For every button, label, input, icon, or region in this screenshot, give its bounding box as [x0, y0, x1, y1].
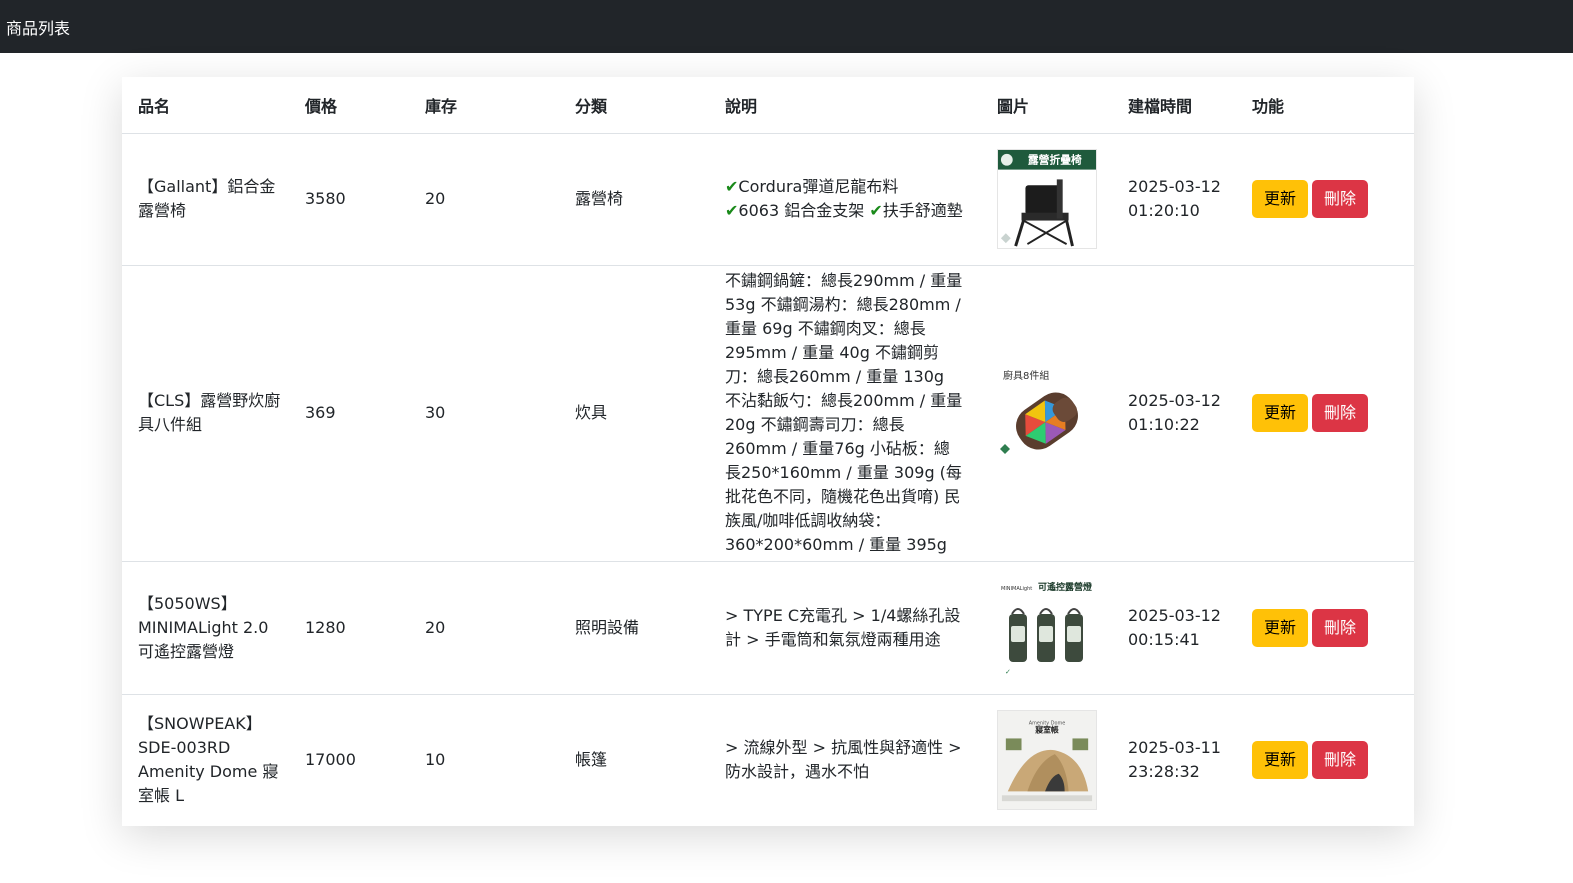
product-table: 品名 價格 庫存 分類 說明 圖片 建檔時間 功能 【Gallant】鋁合金露營… — [122, 77, 1414, 826]
header-name: 品名 — [122, 77, 289, 134]
product-image-chair: 露營折疊椅 — [997, 149, 1097, 249]
svg-text:✓: ✓ — [1005, 668, 1011, 676]
navbar-title[interactable]: 商品列表 — [6, 15, 70, 39]
product-description: > 流線外型 > 抗風性與舒適性 > 防水設計，遇水不怕 — [725, 738, 962, 782]
image-caption-small: MINIMALight — [1001, 586, 1032, 592]
table-row: 【5050WS】MINIMALight 2.0 可遙控露營燈 1280 20 照… — [122, 561, 1414, 695]
header-actions: 功能 — [1236, 77, 1414, 134]
product-category: 露營椅 — [559, 133, 709, 266]
product-image-cell: Amenity Dome 寢室帳 — [981, 694, 1112, 826]
desc-part: 6063 鋁合金支架 — [738, 201, 865, 220]
product-name: 【CLS】露營野炊廚具八件組 — [122, 265, 289, 562]
table-row: 【Gallant】鋁合金露營椅 3580 20 露營椅 ✔Cordura彈道尼龍… — [122, 133, 1414, 266]
check-icon: ✔ — [725, 177, 739, 196]
header-description: 說明 — [709, 77, 981, 134]
image-caption: 露營折疊椅 — [1028, 154, 1082, 167]
product-image-cell: MINIMALight 可遙控露營燈 ✓ — [981, 561, 1112, 695]
delete-button[interactable]: 刪除 — [1312, 741, 1369, 780]
product-created: 2025-03-12 01:20:10 — [1112, 133, 1236, 266]
product-category: 帳篷 — [575, 750, 608, 770]
product-actions: 更新 刪除 — [1236, 133, 1414, 266]
top-navbar: 商品列表 — [0, 0, 1573, 53]
product-actions: 更新 刪除 — [1236, 694, 1414, 826]
header-stock: 庫存 — [409, 77, 559, 134]
header-price: 價格 — [289, 77, 409, 134]
product-price: 369 — [289, 265, 409, 562]
delete-button[interactable]: 刪除 — [1312, 180, 1369, 218]
update-button[interactable]: 更新 — [1252, 180, 1309, 218]
product-description: 不鏽鋼鍋鏟：總長290mm / 重量53g 不鏽鋼湯杓：總長280mm / 重量… — [709, 265, 981, 562]
product-stock: 20 — [409, 133, 559, 266]
product-description: > TYPE C充電孔 > 1/4螺絲孔設計 > 手電筒和氣氛燈兩種用途 — [709, 561, 981, 695]
product-actions: 更新 刪除 — [1236, 561, 1414, 695]
product-name: 【5050WS】MINIMALight 2.0 可遙控露營燈 — [122, 561, 289, 695]
product-name: 【Gallant】鋁合金露營椅 — [122, 133, 289, 266]
product-price: 3580 — [289, 133, 409, 266]
table-row: 【SNOWPEAK】SDE-003RD Amenity Dome 寢室帳 L 1… — [122, 694, 1414, 826]
product-stock: 20 — [409, 561, 559, 695]
check-icon: ✔ — [725, 201, 739, 220]
table-row: 【CLS】露營野炊廚具八件組 369 30 炊具 不鏽鋼鍋鏟：總長290mm /… — [122, 265, 1414, 562]
header-category: 分類 — [559, 77, 709, 134]
product-price: 1280 — [289, 561, 409, 695]
image-caption: 寢室帳 — [1034, 725, 1059, 735]
desc-part: 扶手舒適墊 — [882, 201, 963, 220]
delete-button[interactable]: 刪除 — [1312, 394, 1369, 432]
product-category: 照明設備 — [559, 561, 709, 695]
product-image-cell: 露營折疊椅 — [981, 133, 1112, 266]
product-stock: 30 — [409, 265, 559, 562]
product-created: 2025-03-12 01:10:22 — [1112, 265, 1236, 562]
product-stock: 10 — [425, 750, 446, 770]
product-image-cell: 廚具8件組 — [981, 265, 1112, 562]
product-created: 2025-03-11 23:28:32 — [1128, 738, 1221, 782]
product-name: 【SNOWPEAK】SDE-003RD Amenity Dome 寢室帳 L — [138, 714, 279, 806]
product-table-card: 品名 價格 庫存 分類 說明 圖片 建檔時間 功能 【Gallant】鋁合金露營… — [122, 77, 1414, 826]
product-actions: 更新 刪除 — [1236, 265, 1414, 562]
update-button[interactable]: 更新 — [1252, 608, 1309, 647]
header-image: 圖片 — [981, 77, 1112, 134]
delete-button[interactable]: 刪除 — [1312, 608, 1369, 647]
product-image-tent: Amenity Dome 寢室帳 — [997, 710, 1097, 811]
product-description: ✔Cordura彈道尼龍布料 ✔6063 鋁合金支架 ✔扶手舒適墊 — [709, 133, 981, 266]
header-created: 建檔時間 — [1112, 77, 1236, 134]
image-caption: 可遙控露營燈 — [1038, 581, 1093, 593]
table-header-row: 品名 價格 庫存 分類 說明 圖片 建檔時間 功能 — [122, 77, 1414, 134]
check-icon: ✔ — [869, 201, 883, 220]
product-image-cookware: 廚具8件組 — [997, 363, 1097, 463]
product-image-lantern: MINIMALight 可遙控露營燈 ✓ — [997, 577, 1097, 678]
product-category: 炊具 — [559, 265, 709, 562]
desc-part: Cordura彈道尼龍布料 — [738, 177, 899, 196]
product-created: 2025-03-12 00:15:41 — [1112, 561, 1236, 695]
image-caption: 廚具8件組 — [1003, 369, 1049, 382]
update-button[interactable]: 更新 — [1252, 394, 1309, 432]
update-button[interactable]: 更新 — [1252, 741, 1309, 780]
product-price: 17000 — [305, 750, 356, 770]
